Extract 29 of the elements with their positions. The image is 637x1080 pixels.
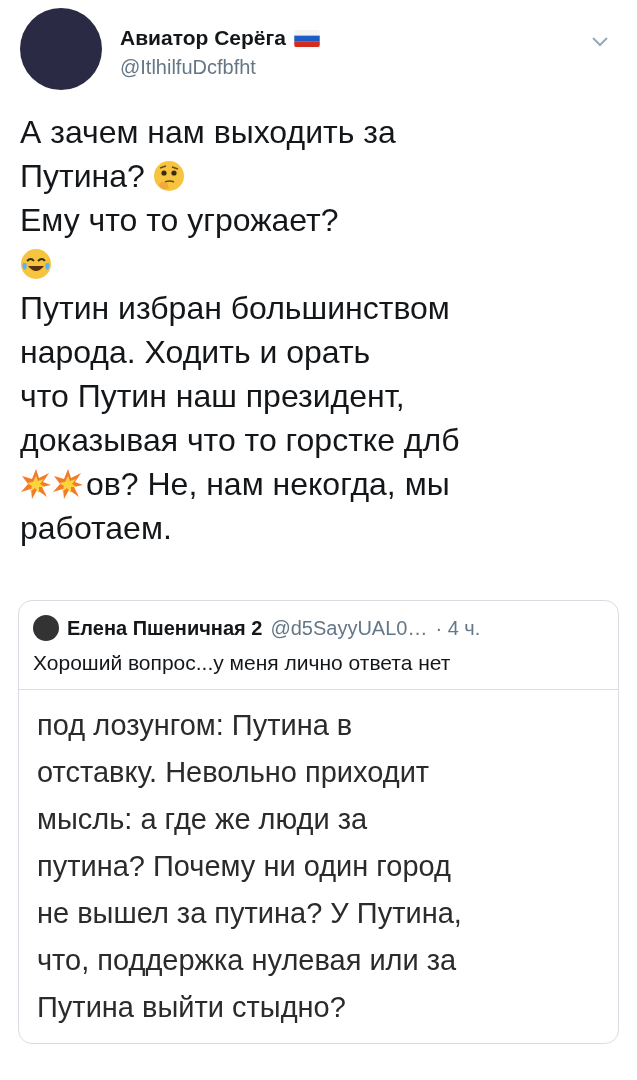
tweet-text-line: что Путин наш президент, <box>20 377 405 416</box>
screenshot-text-line: под лозунгом: Путина в <box>37 708 354 743</box>
screenshot-text-line: мысль: а где же люди за <box>37 802 369 837</box>
quoted-tweet-text: Хороший вопрос...у меня лично ответа нет <box>32 650 452 676</box>
tweet-text-line: доказывая что то горстке длб <box>20 421 460 460</box>
author-name[interactable]: Авиатор Серёга <box>120 26 286 50</box>
screenshot-text-line: отставку. Невольно приходит <box>37 755 431 790</box>
tweet-text-line: народа. Ходить и орать <box>20 333 371 372</box>
flag-icon <box>293 29 320 47</box>
tweet-text-line: А зачем нам выходить за <box>20 113 396 152</box>
quoted-author-name: Елена Пшеничная 2 <box>67 616 263 640</box>
screenshot-text-line: Путина выйти стыдно? <box>37 990 347 1025</box>
screenshot-text-line: путина? Почему ни один город <box>37 849 452 884</box>
tweet-text-line: работаем. <box>20 509 172 548</box>
tweet-text-line: Путина? <box>20 157 145 196</box>
quoted-author-handle: @d5SayyUAL0… <box>270 616 428 640</box>
screenshot-text-line: что, поддержка нулевая или за <box>37 943 458 978</box>
tweet-text-line: Путин избран большинством <box>20 289 450 328</box>
avatar-image[interactable] <box>33 615 59 641</box>
author-handle[interactable]: @ItlhilfuDcfbfht <box>120 56 573 79</box>
collision-icon <box>20 468 52 500</box>
thinking-face-icon <box>152 160 185 192</box>
collision-icon <box>52 468 84 500</box>
tears-of-joy-face-icon <box>20 248 52 280</box>
screenshot-text-line: не вышел за путина? У Путина, <box>37 896 463 931</box>
quoted-tweet-card[interactable] <box>18 600 619 1044</box>
tweet-time: · 4 ч. <box>435 616 481 640</box>
tweet-text-line: ов? Не, нам некогда, мы <box>86 465 450 504</box>
tweet-text-line: Ему что то угрожает? <box>20 201 339 240</box>
